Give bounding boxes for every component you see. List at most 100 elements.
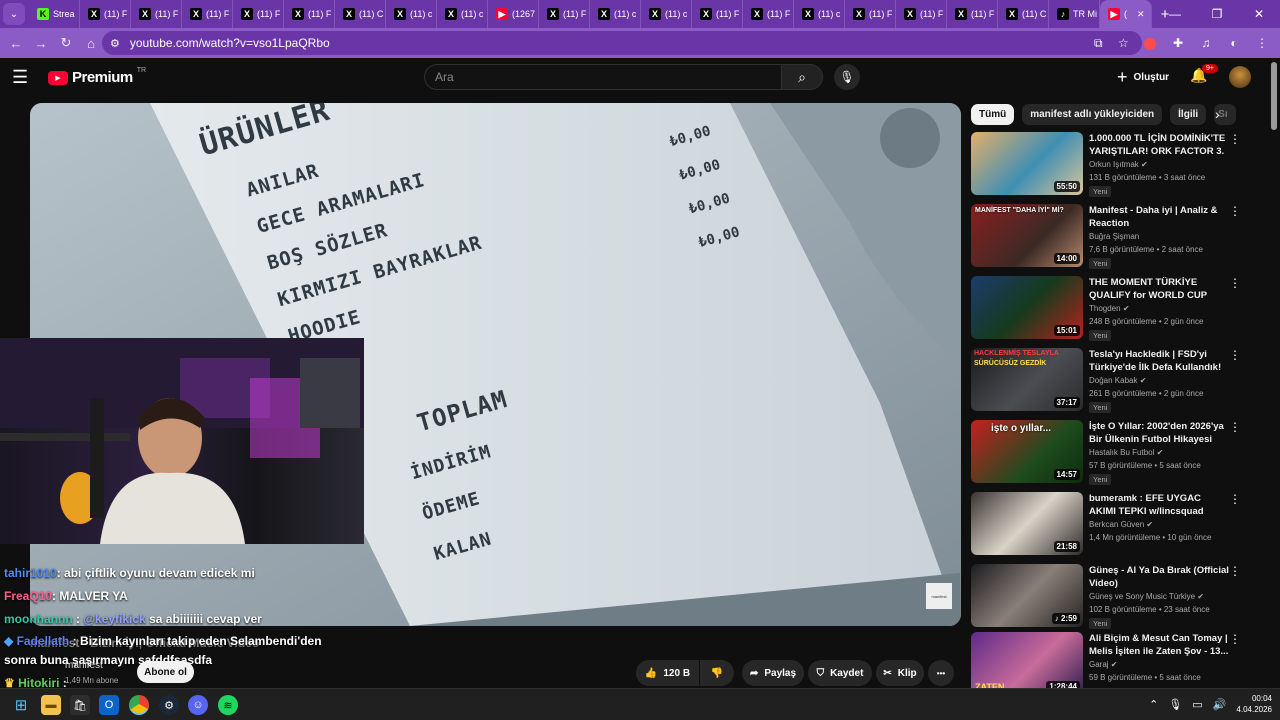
- more-options-icon[interactable]: ⋮: [1229, 420, 1241, 434]
- microphone-icon[interactable]: 🎙: [1168, 698, 1182, 711]
- recommendation-item[interactable]: HACKLENMİŞ TESLAYLA SÜRÜCÜSÜZ GEZDİK 37:…: [971, 348, 1271, 414]
- more-options-icon[interactable]: ⋮: [1229, 564, 1241, 578]
- more-options-icon[interactable]: ⋮: [1229, 632, 1241, 646]
- video-title[interactable]: THE MOMENT TÜRKİYE QUALIFY for WORLD CUP…: [1089, 276, 1229, 302]
- chip-from-uploader[interactable]: manifest adlı yükleyiciden: [1022, 103, 1163, 125]
- create-button[interactable]: + Oluştur: [1117, 66, 1169, 88]
- video-thumbnail[interactable]: MANİFEST "DAHA İYİ" Mİ? 14:00: [971, 204, 1083, 267]
- more-options-icon[interactable]: ⋮: [1229, 204, 1241, 218]
- video-thumbnail[interactable]: 21:58: [971, 492, 1083, 555]
- channel-name[interactable]: Garaj ✔: [1089, 660, 1118, 669]
- video-title[interactable]: 1.000.000 TL İÇİN DOMİNİK'TE YARIŞTILAR!…: [1089, 132, 1229, 158]
- close-window-icon[interactable]: ✕: [1238, 0, 1280, 28]
- video-title[interactable]: Manifest - Daha iyi | Analiz & Reaction: [1089, 204, 1229, 230]
- tab-close-icon[interactable]: ✕: [1137, 9, 1145, 20]
- extensions-puzzle-icon[interactable]: ✚: [1166, 31, 1190, 55]
- browser-tab[interactable]: X (11) F: [80, 0, 131, 28]
- clock[interactable]: 00:04 4.04.2026: [1236, 693, 1272, 715]
- network-icon[interactable]: ▭: [1192, 698, 1202, 711]
- browser-tab[interactable]: X (11) F: [131, 0, 182, 28]
- more-options-icon[interactable]: ⋮: [1229, 492, 1241, 506]
- browser-tab[interactable]: X (11) c: [794, 0, 845, 28]
- subscribe-button[interactable]: Abone ol: [137, 661, 194, 683]
- like-button[interactable]: 👍 120 B: [636, 660, 699, 686]
- channel-name[interactable]: Berkcan Güven ✔: [1089, 520, 1153, 529]
- video-title[interactable]: Güneş - Al Ya Da Bırak (Official Video): [1089, 564, 1229, 590]
- channel-name[interactable]: Doğan Kabak ✔: [1089, 376, 1146, 385]
- bookmark-star-icon[interactable]: ☆: [1118, 36, 1129, 50]
- hamburger-menu-icon[interactable]: ☰: [12, 68, 34, 86]
- account-avatar[interactable]: [1229, 66, 1251, 88]
- browser-tab[interactable]: X (11) F: [284, 0, 335, 28]
- page-scrollbar[interactable]: [1271, 62, 1277, 130]
- channel-name[interactable]: Buğra Şişman: [1089, 232, 1139, 241]
- chrome-icon[interactable]: [129, 695, 149, 715]
- channel-name[interactable]: Güneş ve Sony Music Türkiye ✔: [1089, 592, 1204, 601]
- video-title[interactable]: Tesla'yı Hackledik | FSD'yi Türkiye'de İ…: [1089, 348, 1229, 374]
- clip-button[interactable]: ✂ Klip: [876, 660, 924, 686]
- restore-icon[interactable]: ❐: [1196, 0, 1238, 28]
- video-thumbnail[interactable]: ♪ 2:59: [971, 564, 1083, 627]
- reload-icon[interactable]: ↻: [54, 31, 78, 55]
- chevron-right-icon[interactable]: ›: [1215, 106, 1220, 122]
- store-icon[interactable]: 🛍: [70, 695, 90, 715]
- browser-tab[interactable]: X (11) F: [845, 0, 896, 28]
- browser-tab[interactable]: X (11) F: [743, 0, 794, 28]
- video-thumbnail[interactable]: 15:01: [971, 276, 1083, 339]
- browser-tab[interactable]: K Strea: [29, 0, 80, 28]
- steam-icon[interactable]: ⚙: [159, 695, 179, 715]
- video-thumbnail[interactable]: 55:50: [971, 132, 1083, 195]
- recommendation-item[interactable]: işte o yıllar... 14:57 İşte O Yıllar: 20…: [971, 420, 1271, 486]
- recommendation-item[interactable]: 21:58 bumeramk : EFE UYGAC AKIMI TEPKI w…: [971, 492, 1271, 558]
- browser-tab[interactable]: X (11) C: [998, 0, 1049, 28]
- forward-icon[interactable]: →: [29, 31, 53, 55]
- search-input[interactable]: Ara: [424, 64, 782, 90]
- back-icon[interactable]: ←: [4, 31, 28, 55]
- site-info-icon[interactable]: ⚙: [110, 37, 120, 50]
- browser-tab[interactable]: X (11) C: [335, 0, 386, 28]
- chip-related[interactable]: İlgili: [1170, 103, 1207, 125]
- search-button[interactable]: ⌕: [781, 64, 823, 90]
- video-watermark[interactable]: manifest: [926, 583, 952, 609]
- recommendation-item[interactable]: ♪ 2:59 Güneş - Al Ya Da Bırak (Official …: [971, 564, 1271, 630]
- media-control-icon[interactable]: ♫: [1194, 31, 1218, 55]
- chevron-up-icon[interactable]: ⌃: [1149, 698, 1158, 711]
- volume-icon[interactable]: 🔊: [1213, 698, 1227, 711]
- browser-menu-icon[interactable]: ⋮: [1250, 31, 1274, 55]
- browser-tab[interactable]: X (11) c: [437, 0, 488, 28]
- video-title[interactable]: bumeramk : EFE UYGAC AKIMI TEPKI w/lincs…: [1089, 492, 1229, 518]
- dislike-button[interactable]: 👎: [700, 660, 734, 686]
- browser-tab[interactable]: X (11) c: [386, 0, 437, 28]
- video-title[interactable]: Ali Biçim & Mesut Can Tomay | Melis İşit…: [1089, 632, 1229, 658]
- browser-tab[interactable]: X (11) F: [182, 0, 233, 28]
- more-options-icon[interactable]: ⋮: [1229, 276, 1241, 290]
- share-button[interactable]: ➦ Paylaş: [742, 660, 804, 686]
- video-thumbnail[interactable]: ZATEN 1:28:44: [971, 632, 1083, 695]
- more-options-icon[interactable]: ⋮: [1229, 348, 1241, 362]
- recommendation-item[interactable]: 15:01 THE MOMENT TÜRKİYE QUALIFY for WOR…: [971, 276, 1271, 342]
- channel-name[interactable]: Orkun Işıtmak ✔: [1089, 160, 1148, 169]
- recommendation-item[interactable]: MANİFEST "DAHA İYİ" Mİ? 14:00 Manifest -…: [971, 204, 1271, 270]
- address-bar[interactable]: ⚙ youtube.com/watch?v=vso1LpaQRbo ⧉ ☆: [102, 31, 1142, 55]
- video-thumbnail[interactable]: işte o yıllar... 14:57: [971, 420, 1083, 483]
- browser-tab[interactable]: X (11) c: [641, 0, 692, 28]
- recommendation-item[interactable]: 55:50 1.000.000 TL İÇİN DOMİNİK'TE YARIŞ…: [971, 132, 1271, 198]
- youtube-logo[interactable]: ▶ Premium TR: [48, 67, 146, 86]
- browser-tab[interactable]: ▶ (1267: [488, 0, 539, 28]
- file-explorer-icon[interactable]: ▬: [41, 695, 61, 715]
- chip-all[interactable]: Tümü: [971, 103, 1015, 125]
- channel-name[interactable]: Hastalık Bu Futbol ✔: [1089, 448, 1163, 457]
- browser-tab[interactable]: X (11) F: [233, 0, 284, 28]
- tab-search-button[interactable]: ⌄: [3, 3, 25, 25]
- save-button[interactable]: ⛉ Kaydet: [808, 660, 872, 686]
- profile-avatar-icon[interactable]: ◐: [1222, 31, 1246, 55]
- channel-name[interactable]: Thogden ✔: [1089, 304, 1130, 313]
- browser-tab[interactable]: X (11) F: [947, 0, 998, 28]
- voice-search-button[interactable]: 🎙: [834, 64, 860, 90]
- video-title[interactable]: İşte O Yıllar: 2002'den 2026'ya Bir Ülke…: [1089, 420, 1229, 446]
- spotify-icon[interactable]: ≋: [218, 695, 238, 715]
- browser-tab[interactable]: X (11) F: [539, 0, 590, 28]
- channel-name[interactable]: manifest: [65, 660, 103, 671]
- tab-youtube-active[interactable]: ▶ ( ✕: [1100, 0, 1152, 28]
- browser-tab[interactable]: X (11) c: [590, 0, 641, 28]
